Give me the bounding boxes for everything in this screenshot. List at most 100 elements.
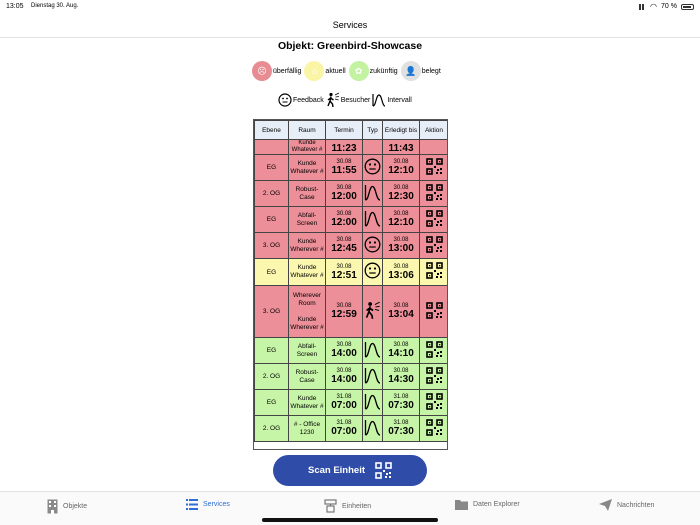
status-bar: 13:05 Dienstag 30. Aug. ◠ 70 % [0, 0, 700, 14]
sad-face-icon: ☹ [252, 61, 272, 81]
cell-erledigt: 31.08 07:30 [382, 389, 420, 416]
time-start: 07:00 [331, 400, 357, 411]
cell-aktion[interactable] [419, 415, 447, 442]
home-indicator[interactable] [262, 518, 438, 522]
cell-typ [362, 363, 383, 390]
table-row[interactable]: 3. OG Wherever Room Kunde Wherever #30.08… [254, 285, 447, 338]
table-row[interactable]: 2. OG Robust-Case 30.08 12:00 30.08 12:30 [254, 180, 447, 207]
bell-curve-icon [364, 393, 381, 410]
type-label: Feedback [293, 96, 324, 104]
cell-aktion[interactable] [419, 154, 447, 181]
smiley-icon [278, 93, 292, 107]
cell-ebene: EG [254, 206, 289, 233]
table-row[interactable]: EG Abfall-Screen 30.08 14:00 30.08 14:10 [254, 337, 447, 364]
legend-current[interactable]: ⌂ aktuell [304, 61, 348, 81]
type-interval[interactable]: Intervall [372, 93, 412, 107]
cell-typ [362, 258, 383, 286]
time-start: 12:00 [331, 217, 357, 228]
cell-erledigt: 30.08 12:10 [382, 206, 420, 233]
tab-einheiten[interactable]: Einheiten [324, 499, 371, 513]
tab-daten-explorer[interactable]: Daten Explorer [455, 499, 520, 510]
legend-label: belegt [421, 67, 441, 75]
cell-aktion[interactable] [419, 363, 447, 390]
bell-curve-icon [364, 341, 381, 358]
table-row[interactable]: EG Abfall-Screen 30.08 12:00 30.08 12:10 [254, 206, 447, 233]
cell-erledigt: 30.08 13:06 [382, 258, 420, 286]
table-row[interactable]: EG Kunde Whatever #31.08 07:00 31.08 07:30 [254, 389, 447, 416]
cell-typ [362, 180, 383, 207]
building-icon [47, 499, 58, 514]
cell-typ [362, 232, 383, 259]
cell-ebene: 3. OG [254, 232, 289, 259]
battery-icon [681, 3, 694, 10]
cell-aktion[interactable] [419, 139, 447, 155]
time-end: 07:30 [388, 400, 414, 411]
header-termin[interactable]: Termin [325, 120, 363, 140]
time-end: 14:30 [388, 374, 414, 385]
legend-occupied[interactable]: 👤 belegt [400, 61, 444, 81]
type-visitor[interactable]: Besucher [326, 92, 371, 108]
time-end: 13:06 [388, 269, 414, 281]
walker-icon [365, 301, 380, 319]
cell-ebene: EG [254, 337, 289, 364]
cell-aktion[interactable] [419, 389, 447, 416]
cell-aktion[interactable] [419, 258, 447, 286]
header-typ[interactable]: Typ [362, 120, 383, 140]
cell-raum: Abfall-Screen [288, 337, 326, 364]
table-row[interactable]: EG Kunde Whatever #30.08 11:55 30.08 12:10 [254, 154, 447, 181]
cell-aktion[interactable] [419, 180, 447, 207]
header-erledigt[interactable]: Erledigt bis [382, 120, 420, 140]
tab-nachrichten[interactable]: Nachrichten [599, 499, 654, 511]
type-label: Besucher [340, 96, 371, 104]
cell-ebene: EG [254, 258, 289, 286]
table-row[interactable]: Kunde Whatever # 11:23 11:43 [254, 139, 447, 155]
cell-aktion[interactable] [419, 232, 447, 259]
cell-aktion[interactable] [419, 206, 447, 233]
legend-overdue[interactable]: ☹ überfällig [252, 61, 304, 81]
time-end: 12:30 [388, 191, 414, 202]
table-row[interactable]: 3. OG Kunde Wherever #30.08 12:45 30.08 13:0… [254, 232, 447, 259]
tab-objekte[interactable]: Objekte [47, 499, 87, 514]
cell-raum: Kunde Whatever # [288, 389, 326, 416]
flower-icon: ✿ [348, 61, 369, 81]
cell-ebene: 3. OG [254, 285, 289, 338]
cell-termin: 30.08 12:00 [325, 206, 363, 233]
smiley-icon [364, 236, 381, 252]
cell-aktion[interactable] [419, 285, 447, 338]
qr-code-icon [425, 392, 443, 410]
cell-erledigt: 11:43 [382, 139, 420, 155]
units-icon [324, 499, 337, 513]
tab-services[interactable]: Services [186, 499, 230, 510]
table-row[interactable]: 2. OG Robust-Case 30.08 14:00 30.08 14:30 [254, 363, 447, 390]
tab-label: Einheiten [342, 502, 372, 510]
smiley-icon [364, 262, 381, 279]
cell-termin: 31.08 07:00 [325, 415, 363, 442]
table-row[interactable]: EG Kunde Whatever #30.08 12:51 30.08 13:06 [254, 258, 447, 286]
battery-percent: 70 % [661, 3, 677, 10]
cell-typ [362, 285, 383, 338]
cell-aktion[interactable] [419, 337, 447, 364]
cell-raum: Robust-Case [288, 180, 326, 207]
user-icon: 👤 [400, 61, 421, 81]
table-row[interactable]: 2. OG # - Office 1230 31.08 07:00 31.08 07:30 [254, 415, 447, 442]
cell-erledigt: 30.08 14:10 [382, 337, 420, 364]
cell-typ [362, 389, 383, 416]
time-end: 13:04 [388, 309, 414, 320]
cell-raum: Robust-Case [288, 363, 326, 390]
type-feedback[interactable]: Feedback [278, 93, 324, 107]
legend-label: überfällig [273, 67, 302, 75]
time-end: 14:10 [388, 348, 414, 359]
services-table[interactable]: Ebene Raum Termin Typ Erledigt bis Aktio… [253, 119, 448, 450]
legend-future[interactable]: ✿ zukünftig [348, 61, 401, 81]
tab-label: Services [203, 501, 230, 508]
header-ebene[interactable]: Ebene [254, 120, 289, 140]
cell-raum: # - Office 1230 [288, 415, 326, 442]
header-aktion[interactable]: Aktion [419, 120, 447, 140]
cell-termin: 30.08 12:59 [325, 285, 363, 338]
cell-termin: 30.08 11:55 [325, 154, 363, 181]
header-raum[interactable]: Raum [288, 120, 326, 140]
bell-curve-icon [364, 419, 381, 436]
scan-unit-button[interactable]: Scan Einheit [273, 455, 427, 486]
smiley-icon [364, 158, 381, 174]
cell-typ [362, 154, 383, 181]
